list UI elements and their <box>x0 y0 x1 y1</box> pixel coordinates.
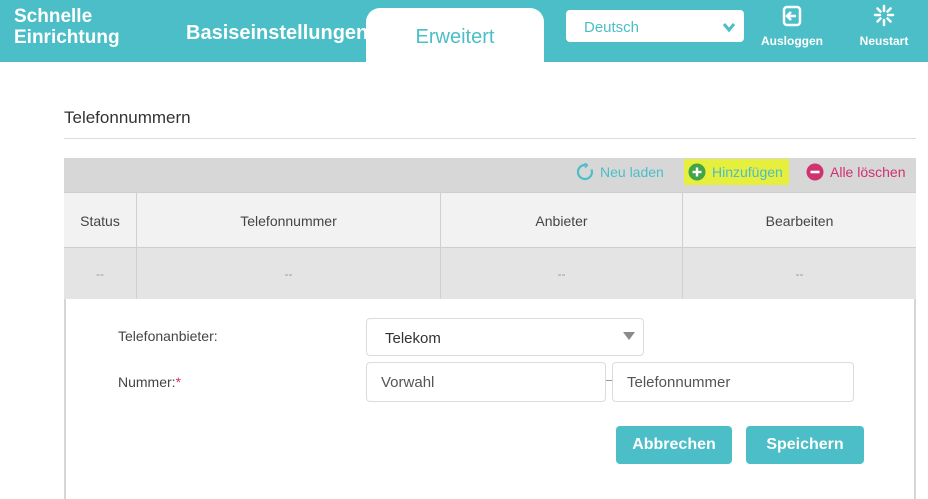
required-asterisk: * <box>175 374 182 390</box>
table-cell-provider: -- <box>440 248 682 300</box>
language-select[interactable]: Deutsch <box>566 10 744 42</box>
column-header-status: Status <box>80 212 120 229</box>
language-value: Deutsch <box>584 19 640 36</box>
table-cell-edit: -- <box>682 248 916 300</box>
delete-all-button[interactable]: Alle löschen <box>806 158 906 186</box>
top-nav-bar: Schnelle Einrichtung Basiseinstellungen … <box>0 0 928 62</box>
table-cell-phone: -- <box>136 248 440 300</box>
table-toolbar: Neu laden Hinzufügen Alle löschen <box>64 158 916 192</box>
nav-basic-settings[interactable]: Basiseinstellungen <box>186 22 368 45</box>
nav-advanced-tab[interactable]: Erweitert <box>366 8 544 62</box>
phone-number-input[interactable] <box>612 362 854 402</box>
delete-all-label: Alle löschen <box>830 164 906 180</box>
provider-select[interactable]: Telekom <box>366 318 644 356</box>
minus-circle-icon <box>806 163 824 181</box>
nav-quick-setup[interactable]: Schnelle Einrichtung <box>14 6 120 48</box>
nav-quick-setup-line2: Einrichtung <box>14 27 120 48</box>
reload-icon <box>576 163 594 181</box>
table-header: Status Telefonnummer Anbieter Bearbeiten <box>64 192 916 248</box>
provider-value: Telekom <box>385 330 441 347</box>
reload-label: Neu laden <box>600 164 664 180</box>
plus-circle-icon <box>688 163 706 181</box>
column-header-provider: Anbieter <box>440 193 682 248</box>
save-button[interactable]: Speichern <box>746 426 864 464</box>
table-cell-status: -- <box>96 267 104 281</box>
reboot-button[interactable]: Neustart <box>848 0 920 62</box>
provider-label: Telefonanbieter: <box>118 328 218 344</box>
section-divider <box>64 138 916 139</box>
number-label: Nummer:* <box>118 374 181 390</box>
section-title: Telefonnummern <box>64 108 191 127</box>
nav-advanced-label: Erweitert <box>415 26 495 48</box>
table-row[interactable]: -- -- -- -- <box>64 247 916 300</box>
add-button[interactable]: Hinzufügen <box>684 159 789 185</box>
logout-button[interactable]: Ausloggen <box>756 0 828 62</box>
reboot-icon <box>873 4 895 27</box>
number-label-text: Nummer: <box>118 374 176 390</box>
add-label: Hinzufügen <box>712 164 783 180</box>
column-header-phone: Telefonnummer <box>136 193 440 248</box>
chevron-down-icon <box>722 23 736 33</box>
reboot-label: Neustart <box>859 34 909 48</box>
area-code-input[interactable] <box>366 362 606 402</box>
reload-button[interactable]: Neu laden <box>576 158 664 186</box>
nav-quick-setup-line1: Schnelle <box>14 6 93 27</box>
dropdown-arrow-icon <box>623 332 635 340</box>
logout-label: Ausloggen <box>761 34 823 48</box>
cancel-button[interactable]: Abbrechen <box>616 426 732 464</box>
column-header-edit: Bearbeiten <box>682 193 916 248</box>
logout-icon <box>782 5 802 27</box>
